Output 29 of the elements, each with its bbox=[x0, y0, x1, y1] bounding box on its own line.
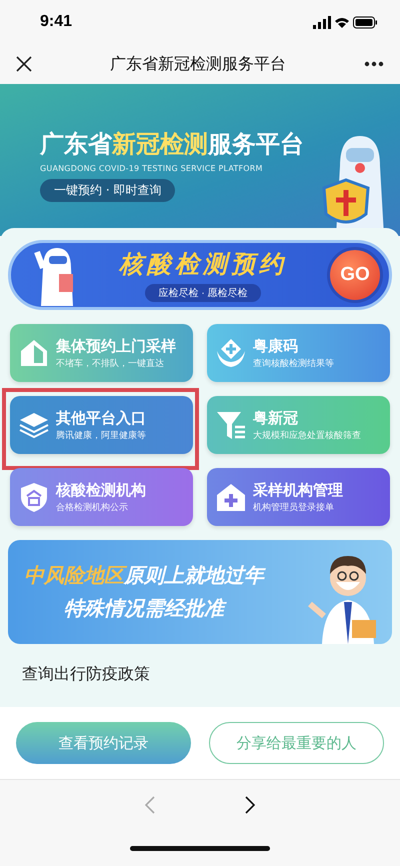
booking-banner-button[interactable]: 核酸检测预约 应检尽检 · 愿检尽检 GO bbox=[8, 240, 392, 310]
service-tile-button[interactable]: 采样机构管理 机构管理员登录接单 bbox=[207, 468, 390, 526]
view-records-button[interactable]: 查看预约记录 bbox=[16, 722, 191, 764]
battery-icon bbox=[353, 16, 378, 28]
house-plus-icon bbox=[215, 481, 247, 513]
house-icon bbox=[18, 337, 50, 369]
status-time: 9:41 bbox=[40, 13, 72, 31]
more-icon bbox=[364, 61, 384, 67]
service-tile-button[interactable]: 其他平台入口 腾讯健康，阿里健康等 bbox=[10, 396, 193, 454]
service-tile-button[interactable]: 粤康码 查询核酸检测结果等 bbox=[207, 324, 390, 382]
service-tile-button[interactable]: 核酸检测机构 合格检测机构公示 bbox=[10, 468, 193, 526]
shield-icon bbox=[18, 481, 50, 513]
notice-text: 中风险地区原则上就地过年 bbox=[24, 562, 264, 589]
page-title: 广东省新冠检测服务平台 bbox=[110, 54, 286, 74]
tagline-pill: 一键预约 · 即时查询 bbox=[40, 179, 176, 202]
back-icon bbox=[145, 796, 155, 814]
hero-title: 广东省新冠检测服务平台 bbox=[40, 129, 304, 160]
hero-subtitle: GUANGDONG COVID-19 TESTING SERVICE PLATFORM bbox=[40, 164, 264, 173]
go-badge: GO bbox=[327, 247, 383, 303]
share-button[interactable]: 分享给最重要的人 bbox=[209, 722, 384, 764]
forward-icon bbox=[245, 796, 255, 814]
hands-plus-icon bbox=[215, 337, 247, 369]
signal-icon bbox=[313, 16, 331, 28]
funnel-icon bbox=[215, 409, 247, 441]
wifi-icon bbox=[335, 16, 349, 28]
section-heading: 查询出行防疫政策 bbox=[21, 663, 151, 685]
service-tile-button[interactable]: 粤新冠 大规模和应急处置核酸筛查 bbox=[207, 396, 390, 454]
service-tile-button[interactable]: 集体预约上门采样 不堵车，不排队，一键直达 bbox=[10, 324, 193, 382]
close-icon bbox=[16, 56, 32, 72]
